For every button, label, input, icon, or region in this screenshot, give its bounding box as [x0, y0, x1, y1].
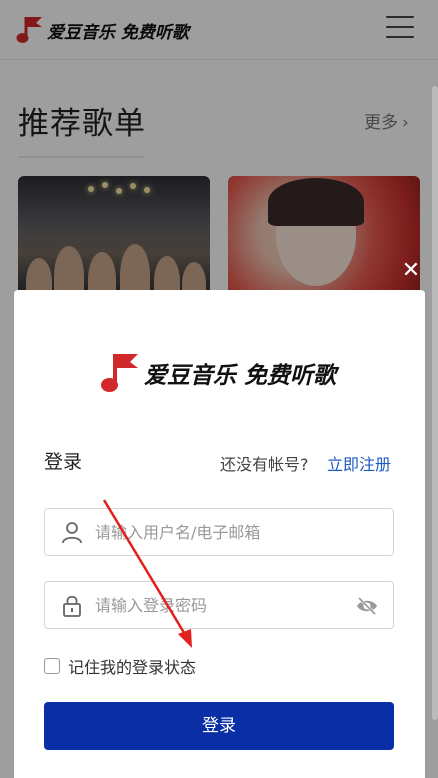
scrollbar[interactable]: [432, 86, 438, 720]
login-modal: 爱豆音乐 免费听歌 登录 还没有帐号? 立即注册 记住我的登录状态 登录: [14, 290, 425, 778]
music-note-flag-icon: [101, 354, 138, 392]
username-field[interactable]: [44, 508, 394, 556]
modal-logo: 爱豆音乐 免费听歌: [100, 350, 336, 396]
no-account-text: 还没有帐号?: [220, 455, 309, 474]
login-button[interactable]: 登录: [44, 702, 394, 750]
password-input[interactable]: [95, 582, 345, 628]
modal-logo-text: 爱豆音乐 免费听歌: [144, 363, 337, 389]
eye-off-icon[interactable]: [355, 594, 379, 618]
remember-label: 记住我的登录状态: [68, 658, 197, 677]
lock-icon: [63, 595, 81, 617]
remember-me[interactable]: 记住我的登录状态: [44, 654, 196, 678]
user-icon: [62, 522, 82, 544]
login-heading: 登录: [44, 451, 83, 473]
password-field[interactable]: [44, 581, 394, 629]
close-modal-button[interactable]: ✕: [398, 258, 424, 284]
register-link[interactable]: 立即注册: [327, 451, 391, 475]
username-input[interactable]: [95, 509, 345, 555]
remember-checkbox[interactable]: [44, 658, 60, 674]
close-icon: ✕: [401, 258, 421, 283]
